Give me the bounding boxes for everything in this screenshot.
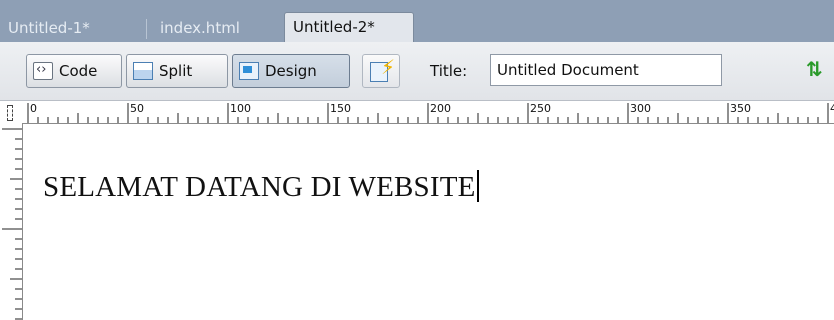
title-label: Title: bbox=[430, 62, 468, 80]
document-toolbar: Code Split Design ⚡ Title: ⇅ bbox=[0, 42, 834, 101]
design-view-label: Design bbox=[265, 62, 317, 80]
split-view-button[interactable]: Split bbox=[126, 54, 228, 88]
lightning-icon: ⚡ bbox=[381, 55, 396, 79]
tab-untitled-2[interactable]: Untitled-2* bbox=[284, 12, 414, 42]
ruler-label: 4 bbox=[830, 102, 834, 115]
page-text[interactable]: SELAMAT DATANG DI WEBSITE bbox=[43, 170, 479, 204]
ruler-label: 250 bbox=[530, 102, 551, 115]
tab-index-html[interactable]: index.html bbox=[152, 14, 280, 42]
document-tab-bar: Untitled-1* index.html Untitled-2* bbox=[0, 0, 834, 42]
ruler-label: 300 bbox=[630, 102, 651, 115]
split-view-icon bbox=[133, 62, 153, 80]
ruler-label: 350 bbox=[730, 102, 751, 115]
horizontal-ruler[interactable]: 0 50 100 150 200 250 300 350 4 bbox=[0, 101, 834, 124]
design-view-icon bbox=[239, 62, 259, 80]
ruler-label: 200 bbox=[430, 102, 451, 115]
ruler-label: 100 bbox=[230, 102, 251, 115]
code-view-label: Code bbox=[59, 62, 98, 80]
split-view-label: Split bbox=[159, 62, 193, 80]
vertical-ruler[interactable] bbox=[0, 123, 23, 320]
ruler-label: 50 bbox=[130, 102, 144, 115]
tab-untitled-1[interactable]: Untitled-1* bbox=[0, 14, 143, 42]
ruler-label: 150 bbox=[330, 102, 351, 115]
code-view-button[interactable]: Code bbox=[26, 54, 122, 88]
text-cursor bbox=[476, 170, 479, 202]
code-view-icon bbox=[33, 54, 53, 86]
tab-separator bbox=[146, 19, 147, 39]
design-view-button[interactable]: Design bbox=[232, 54, 350, 88]
document-title-input[interactable] bbox=[490, 54, 722, 86]
design-canvas[interactable]: SELAMAT DATANG DI WEBSITE bbox=[23, 124, 834, 320]
live-view-button[interactable]: ⚡ bbox=[362, 54, 400, 88]
ruler-label: 0 bbox=[30, 102, 37, 115]
ruler-origin[interactable] bbox=[0, 101, 22, 123]
sort-arrows-icon[interactable]: ⇅ bbox=[806, 56, 823, 82]
page-text-content: SELAMAT DATANG DI WEBSITE bbox=[43, 171, 476, 203]
